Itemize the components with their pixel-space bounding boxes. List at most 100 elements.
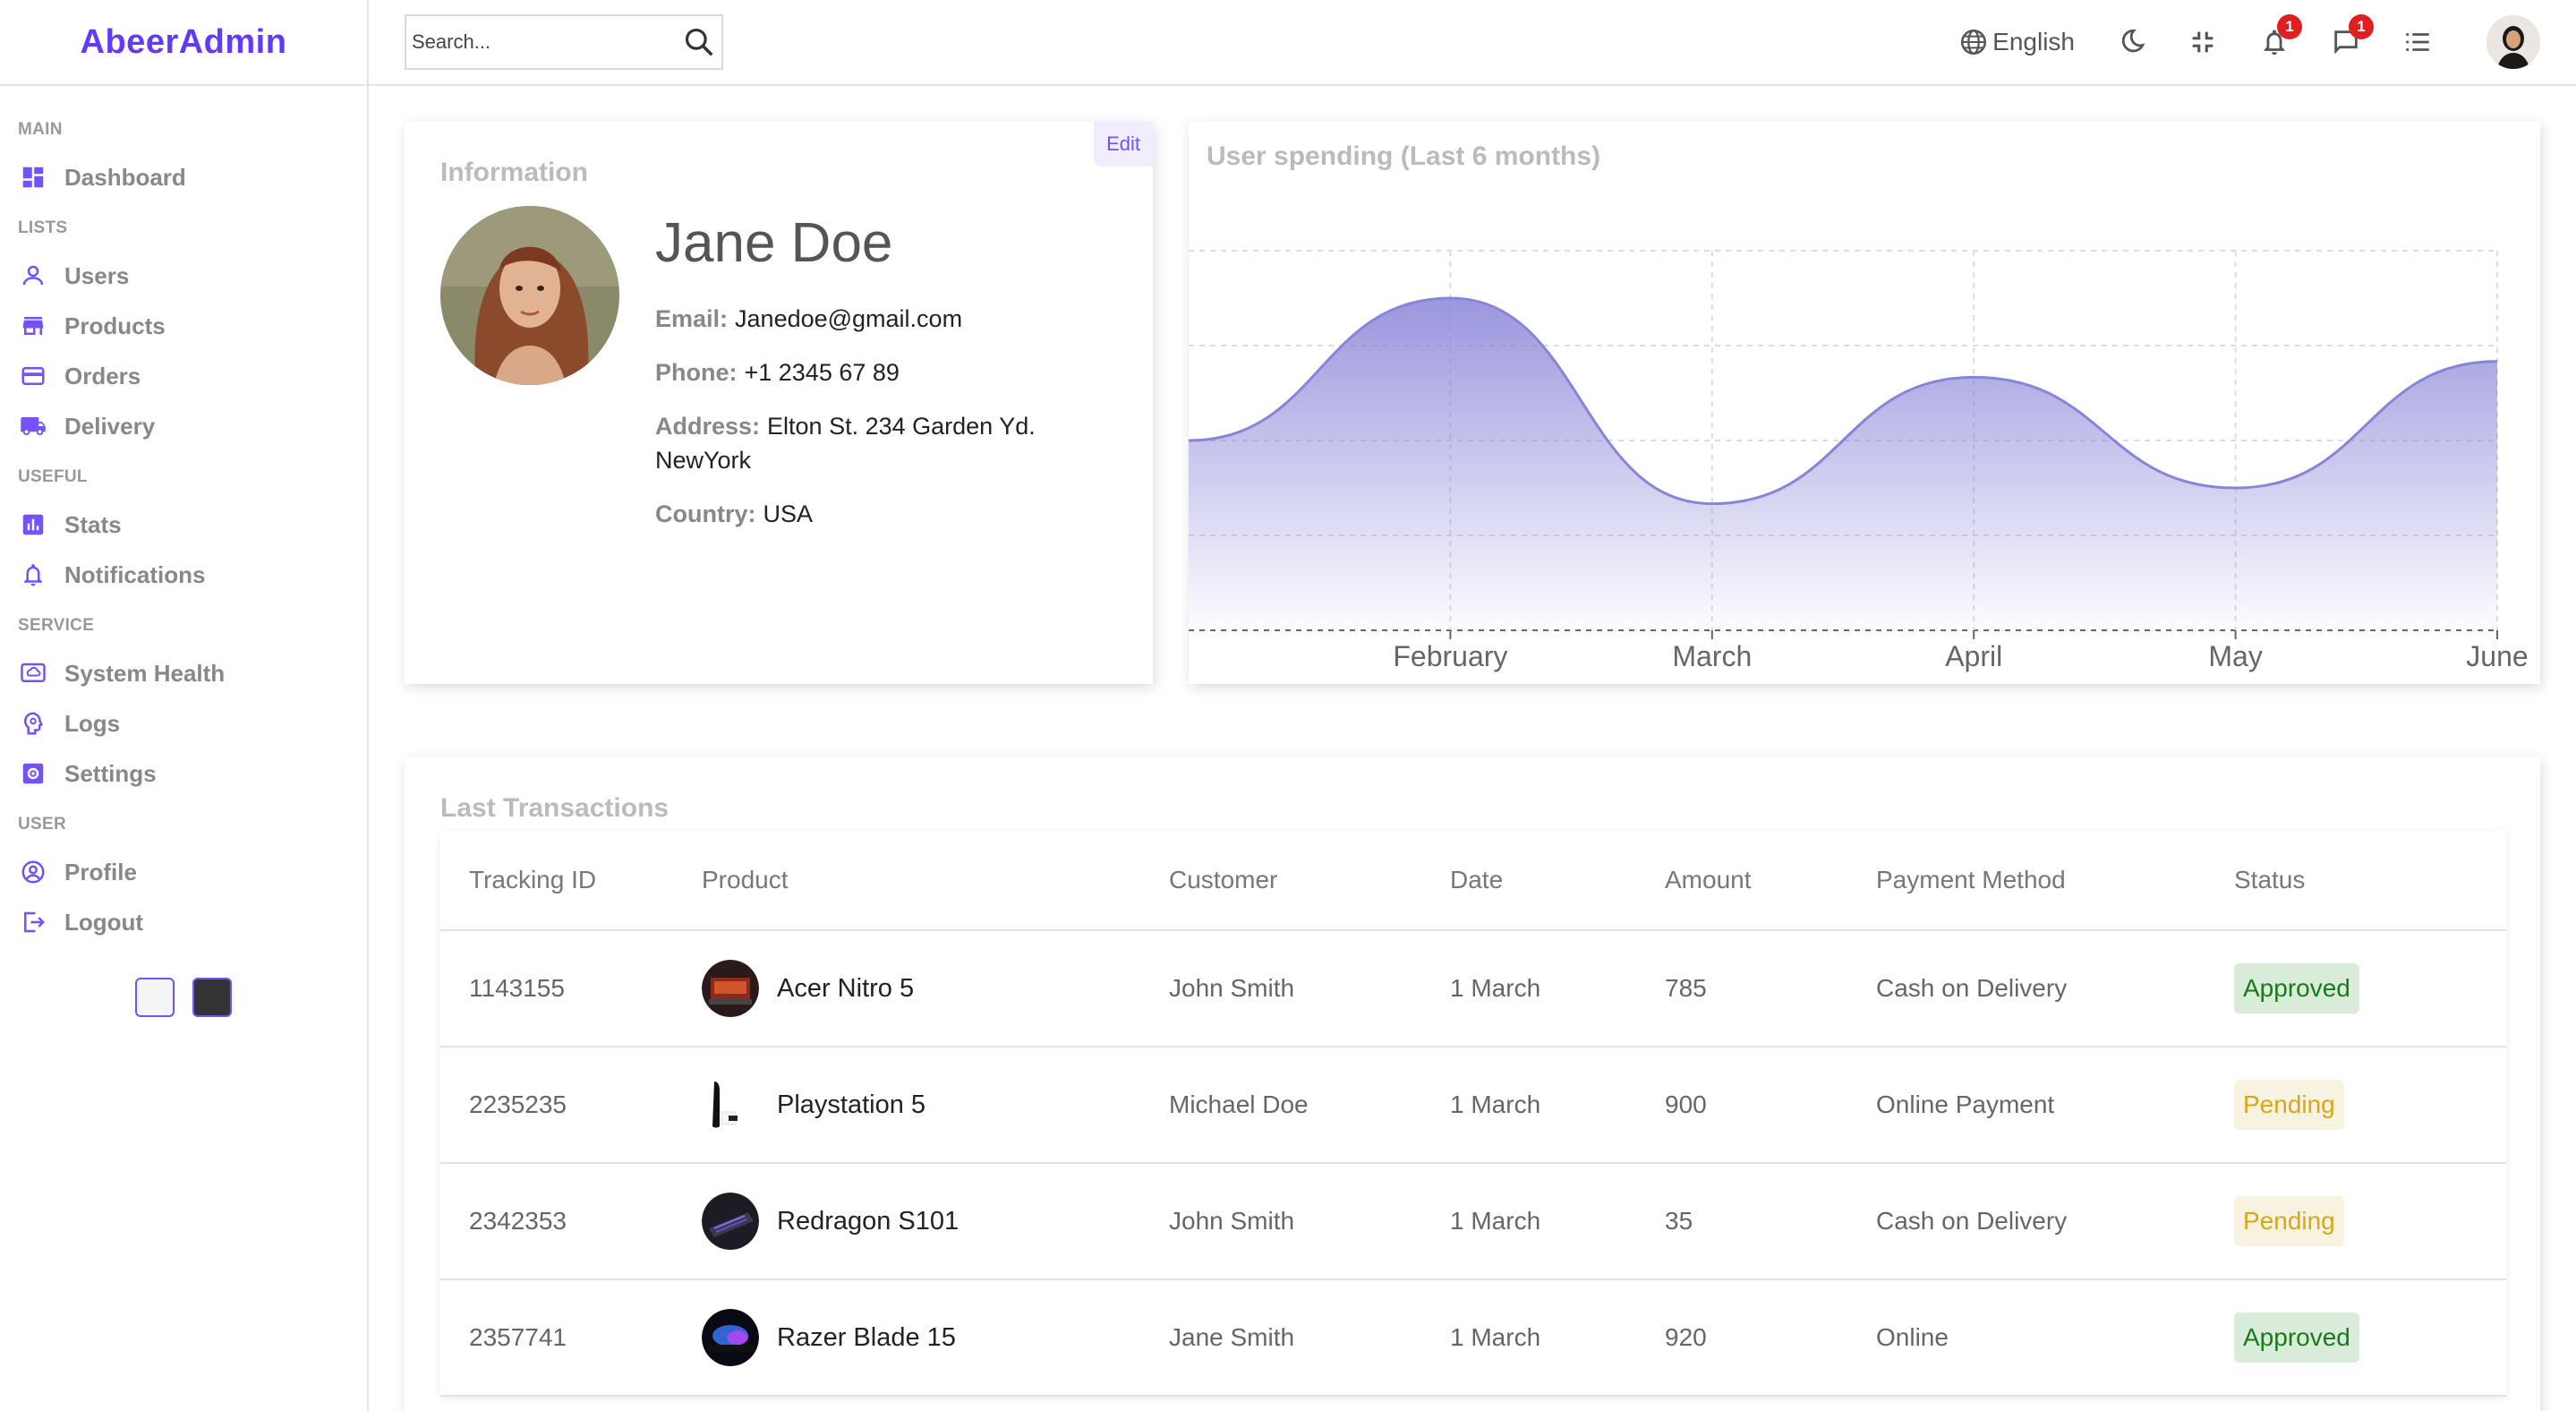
phone-row: Phone: +1 2345 67 89: [655, 355, 1067, 389]
profile-name: Jane Doe: [655, 212, 893, 274]
card-title: Information: [440, 158, 588, 187]
area-fill: [1189, 298, 2497, 630]
status-badge: Approved: [2234, 1313, 2359, 1363]
info-body: Jane Doe Email: Janedoe@gmail.com Phone: +…: [440, 206, 1117, 551]
table-row[interactable]: 2357741 Razer Blade 15 Jane Smith 1 Marc…: [440, 1280, 2506, 1397]
table-row[interactable]: 2342353 Redragon S101 John Smith 1 March…: [440, 1164, 2506, 1280]
sidebar-item-label: Stats: [64, 510, 122, 538]
product-cell: Redragon S101: [702, 1193, 1169, 1250]
status-badge: Pending: [2234, 1080, 2344, 1130]
language-label: English: [1992, 28, 2075, 56]
dark-theme-button[interactable]: [192, 978, 232, 1017]
phone-value: +1 2345 67 89: [744, 359, 900, 386]
sidebar-item-logs[interactable]: Logs: [18, 698, 367, 748]
amount-cell: 900: [1665, 1090, 1707, 1118]
sidebar-item-profile[interactable]: Profile: [18, 847, 367, 897]
notifications-button[interactable]: 1: [2259, 14, 2302, 57]
sidebar-item-label: Users: [64, 261, 130, 289]
area-chart[interactable]: February March April May June: [1189, 122, 2540, 684]
tracking-id-cell: 2235235: [469, 1090, 567, 1118]
date-cell: 1 March: [1450, 1090, 1541, 1118]
sidebar-item-delivery[interactable]: Delivery: [18, 401, 367, 451]
header-status: Status: [2234, 866, 2306, 894]
sidebar-item-dashboard[interactable]: Dashboard: [18, 152, 367, 202]
x-tick-label: February: [1393, 640, 1507, 672]
messages-button[interactable]: 1: [2331, 14, 2374, 57]
product-thumbnail: [702, 1193, 759, 1250]
date-cell: 1 March: [1450, 974, 1541, 1002]
status-badge: Pending: [2234, 1196, 2344, 1246]
header-date: Date: [1450, 866, 1504, 894]
header-amount: Amount: [1665, 866, 1752, 894]
moon-icon: [2121, 29, 2145, 53]
sidebar-item-orders[interactable]: Orders: [18, 351, 367, 401]
country-row: Country: USA: [655, 497, 1067, 531]
customer-cell: John Smith: [1169, 974, 1295, 1002]
logo-container: AbeerAdmin: [0, 0, 367, 86]
search-input[interactable]: [412, 30, 682, 54]
card-title: Last Transactions: [440, 793, 670, 823]
sidebar-item-settings[interactable]: Settings: [18, 748, 367, 799]
address-row: Address: Elton St. 234 Garden Yd. NewYork: [655, 409, 1067, 477]
dark-mode-toggle[interactable]: [2116, 27, 2146, 57]
sidebar-item-stats[interactable]: Stats: [18, 500, 367, 550]
header-product: Product: [702, 866, 789, 894]
status-badge: Approved: [2234, 963, 2359, 1013]
status-cell: Pending: [2234, 1080, 2503, 1130]
sidebar-item-system-health[interactable]: System Health: [18, 648, 367, 698]
section-title: LISTS: [18, 218, 68, 237]
transactions-card: Last Transactions Tracking ID Product Cu…: [405, 757, 2540, 1411]
sidebar-item-notifications[interactable]: Notifications: [18, 550, 367, 600]
customer-cell: Michael Doe: [1169, 1090, 1309, 1118]
amount-cell: 920: [1665, 1323, 1707, 1351]
search-icon[interactable]: [682, 25, 716, 59]
list-menu-button[interactable]: [2402, 27, 2433, 57]
sidebar-section-main: MAIN Dashboard: [18, 120, 367, 202]
spending-chart-card: User spending (Last 6 months) February Ma…: [1189, 122, 2540, 684]
customer-cell: Jane Smith: [1169, 1323, 1295, 1351]
table-row[interactable]: 1143155 Acer Nitro 5 John Smith 1 March …: [440, 931, 2506, 1048]
table-row[interactable]: 2235235 Playstation 5 Michael Doe 1 Marc…: [440, 1048, 2506, 1164]
sidebar-item-logout[interactable]: Logout: [18, 897, 367, 947]
sidebar-item-users[interactable]: Users: [18, 251, 367, 301]
date-cell: 1 March: [1450, 1323, 1541, 1351]
topbar-items: English 1 1: [1917, 14, 2540, 69]
sidebar-item-label: Logout: [64, 908, 144, 936]
sidebar-item-products[interactable]: Products: [18, 301, 367, 351]
language-selector[interactable]: English: [1958, 27, 2075, 57]
tracking-id-cell: 2357741: [469, 1323, 567, 1351]
sidebar-item-label: Products: [64, 312, 166, 339]
email-row: Email: Janedoe@gmail.com: [655, 302, 1067, 336]
x-tick-label: April: [1945, 640, 2002, 672]
sidebar-section-user: USER Profile Logout: [18, 815, 367, 947]
product-name: Acer Nitro 5: [777, 973, 915, 1003]
customer-cell: John Smith: [1169, 1207, 1295, 1235]
sidebar: AbeerAdmin MAIN Dashboard LISTS Users Pr…: [0, 0, 369, 1411]
product-cell: Acer Nitro 5: [702, 960, 1169, 1017]
product-thumbnail: [702, 960, 759, 1017]
sidebar-item-label: Orders: [64, 362, 141, 389]
topbar: English 1 1: [369, 0, 2576, 86]
app-logo[interactable]: AbeerAdmin: [81, 23, 287, 62]
edit-button[interactable]: Edit: [1094, 122, 1153, 167]
account-circle-icon: [18, 857, 48, 887]
sidebar-section-lists: LISTS Users Products Orders Delivery: [18, 218, 367, 451]
settings-icon: [18, 758, 48, 789]
store-icon: [18, 311, 48, 341]
payment-method-cell: Online Payment: [1876, 1090, 2055, 1118]
profile-image: [440, 206, 619, 385]
payment-method-cell: Cash on Delivery: [1876, 1207, 2068, 1235]
avatar[interactable]: [2486, 15, 2540, 69]
globe-icon: [1961, 29, 1987, 56]
sidebar-item-label: Profile: [64, 858, 137, 885]
sidebar-item-label: Delivery: [64, 412, 156, 440]
sidebar-item-label: Dashboard: [64, 163, 186, 191]
bar-chart-icon: [18, 509, 48, 540]
fullscreen-exit-button[interactable]: [2188, 27, 2218, 57]
sidebar-item-label: Logs: [64, 709, 121, 737]
section-title: MAIN: [18, 120, 63, 139]
fullscreen-exit-icon: [2192, 31, 2213, 53]
product-name: Playstation 5: [777, 1090, 926, 1119]
section-title: SERVICE: [18, 616, 95, 635]
light-theme-button[interactable]: [135, 978, 175, 1017]
